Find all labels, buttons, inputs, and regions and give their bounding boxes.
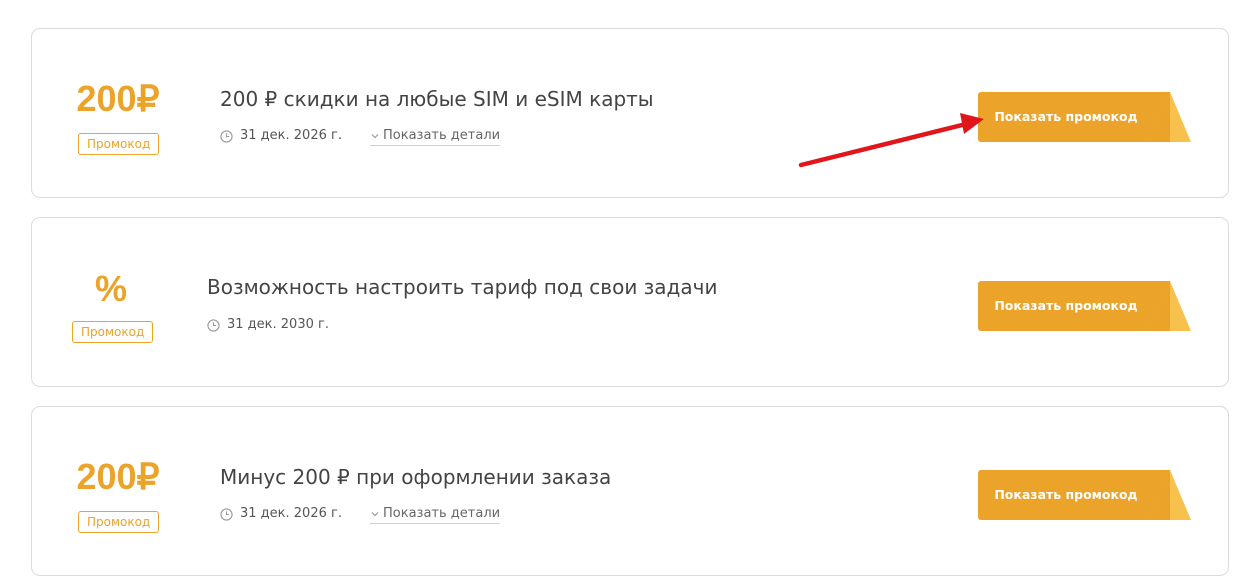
show-promo-button[interactable]: Показать промокод <box>978 92 1191 142</box>
show-promo-button[interactable]: Показать промокод <box>978 281 1191 331</box>
folded-corner-icon <box>1148 281 1191 331</box>
offer-card: 200₽ Промокод 200 ₽ скидки на любые SIM … <box>31 28 1229 198</box>
chevron-down-icon <box>371 512 379 517</box>
show-details-link[interactable]: Показать детали <box>370 506 501 524</box>
clock-icon <box>220 129 233 143</box>
clock-icon <box>220 507 233 521</box>
offer-expiry: 31 дек. 2026 г. <box>220 128 342 144</box>
show-details-label: Показать детали <box>383 128 501 143</box>
show-promo-label: Показать промокод <box>994 487 1138 502</box>
offer-amount: 200₽ <box>76 78 160 119</box>
offer-title: Возможность настроить тариф под свои зад… <box>207 275 718 299</box>
offer-amount: % <box>94 268 127 309</box>
offer-card: 200₽ Промокод Минус 200 ₽ при оформлении… <box>31 406 1229 576</box>
show-promo-button[interactable]: Показать промокод <box>978 470 1191 520</box>
expiry-date: 31 дек. 2030 г. <box>227 317 329 332</box>
folded-corner-icon <box>1148 470 1191 520</box>
offer-expiry: 31 дек. 2030 г. <box>207 317 329 333</box>
promo-badge: Промокод <box>78 511 160 533</box>
offer-card: % Промокод Возможность настроить тариф п… <box>31 217 1229 387</box>
offer-title: Минус 200 ₽ при оформлении заказа <box>220 465 612 489</box>
show-details-link[interactable]: Показать детали <box>370 128 501 146</box>
show-details-label: Показать детали <box>383 506 501 521</box>
offer-amount: 200₽ <box>76 456 160 497</box>
offer-title: 200 ₽ скидки на любые SIM и eSIM карты <box>220 87 654 111</box>
show-promo-label: Показать промокод <box>994 298 1138 313</box>
clock-icon <box>207 318 220 332</box>
expiry-date: 31 дек. 2026 г. <box>240 128 342 143</box>
offer-expiry: 31 дек. 2026 г. <box>220 506 342 522</box>
chevron-down-icon <box>371 134 379 139</box>
show-promo-label: Показать промокод <box>994 109 1138 124</box>
expiry-date: 31 дек. 2026 г. <box>240 506 342 521</box>
promo-badge: Промокод <box>78 133 160 155</box>
promo-badge: Промокод <box>72 321 154 343</box>
folded-corner-icon <box>1148 92 1191 142</box>
